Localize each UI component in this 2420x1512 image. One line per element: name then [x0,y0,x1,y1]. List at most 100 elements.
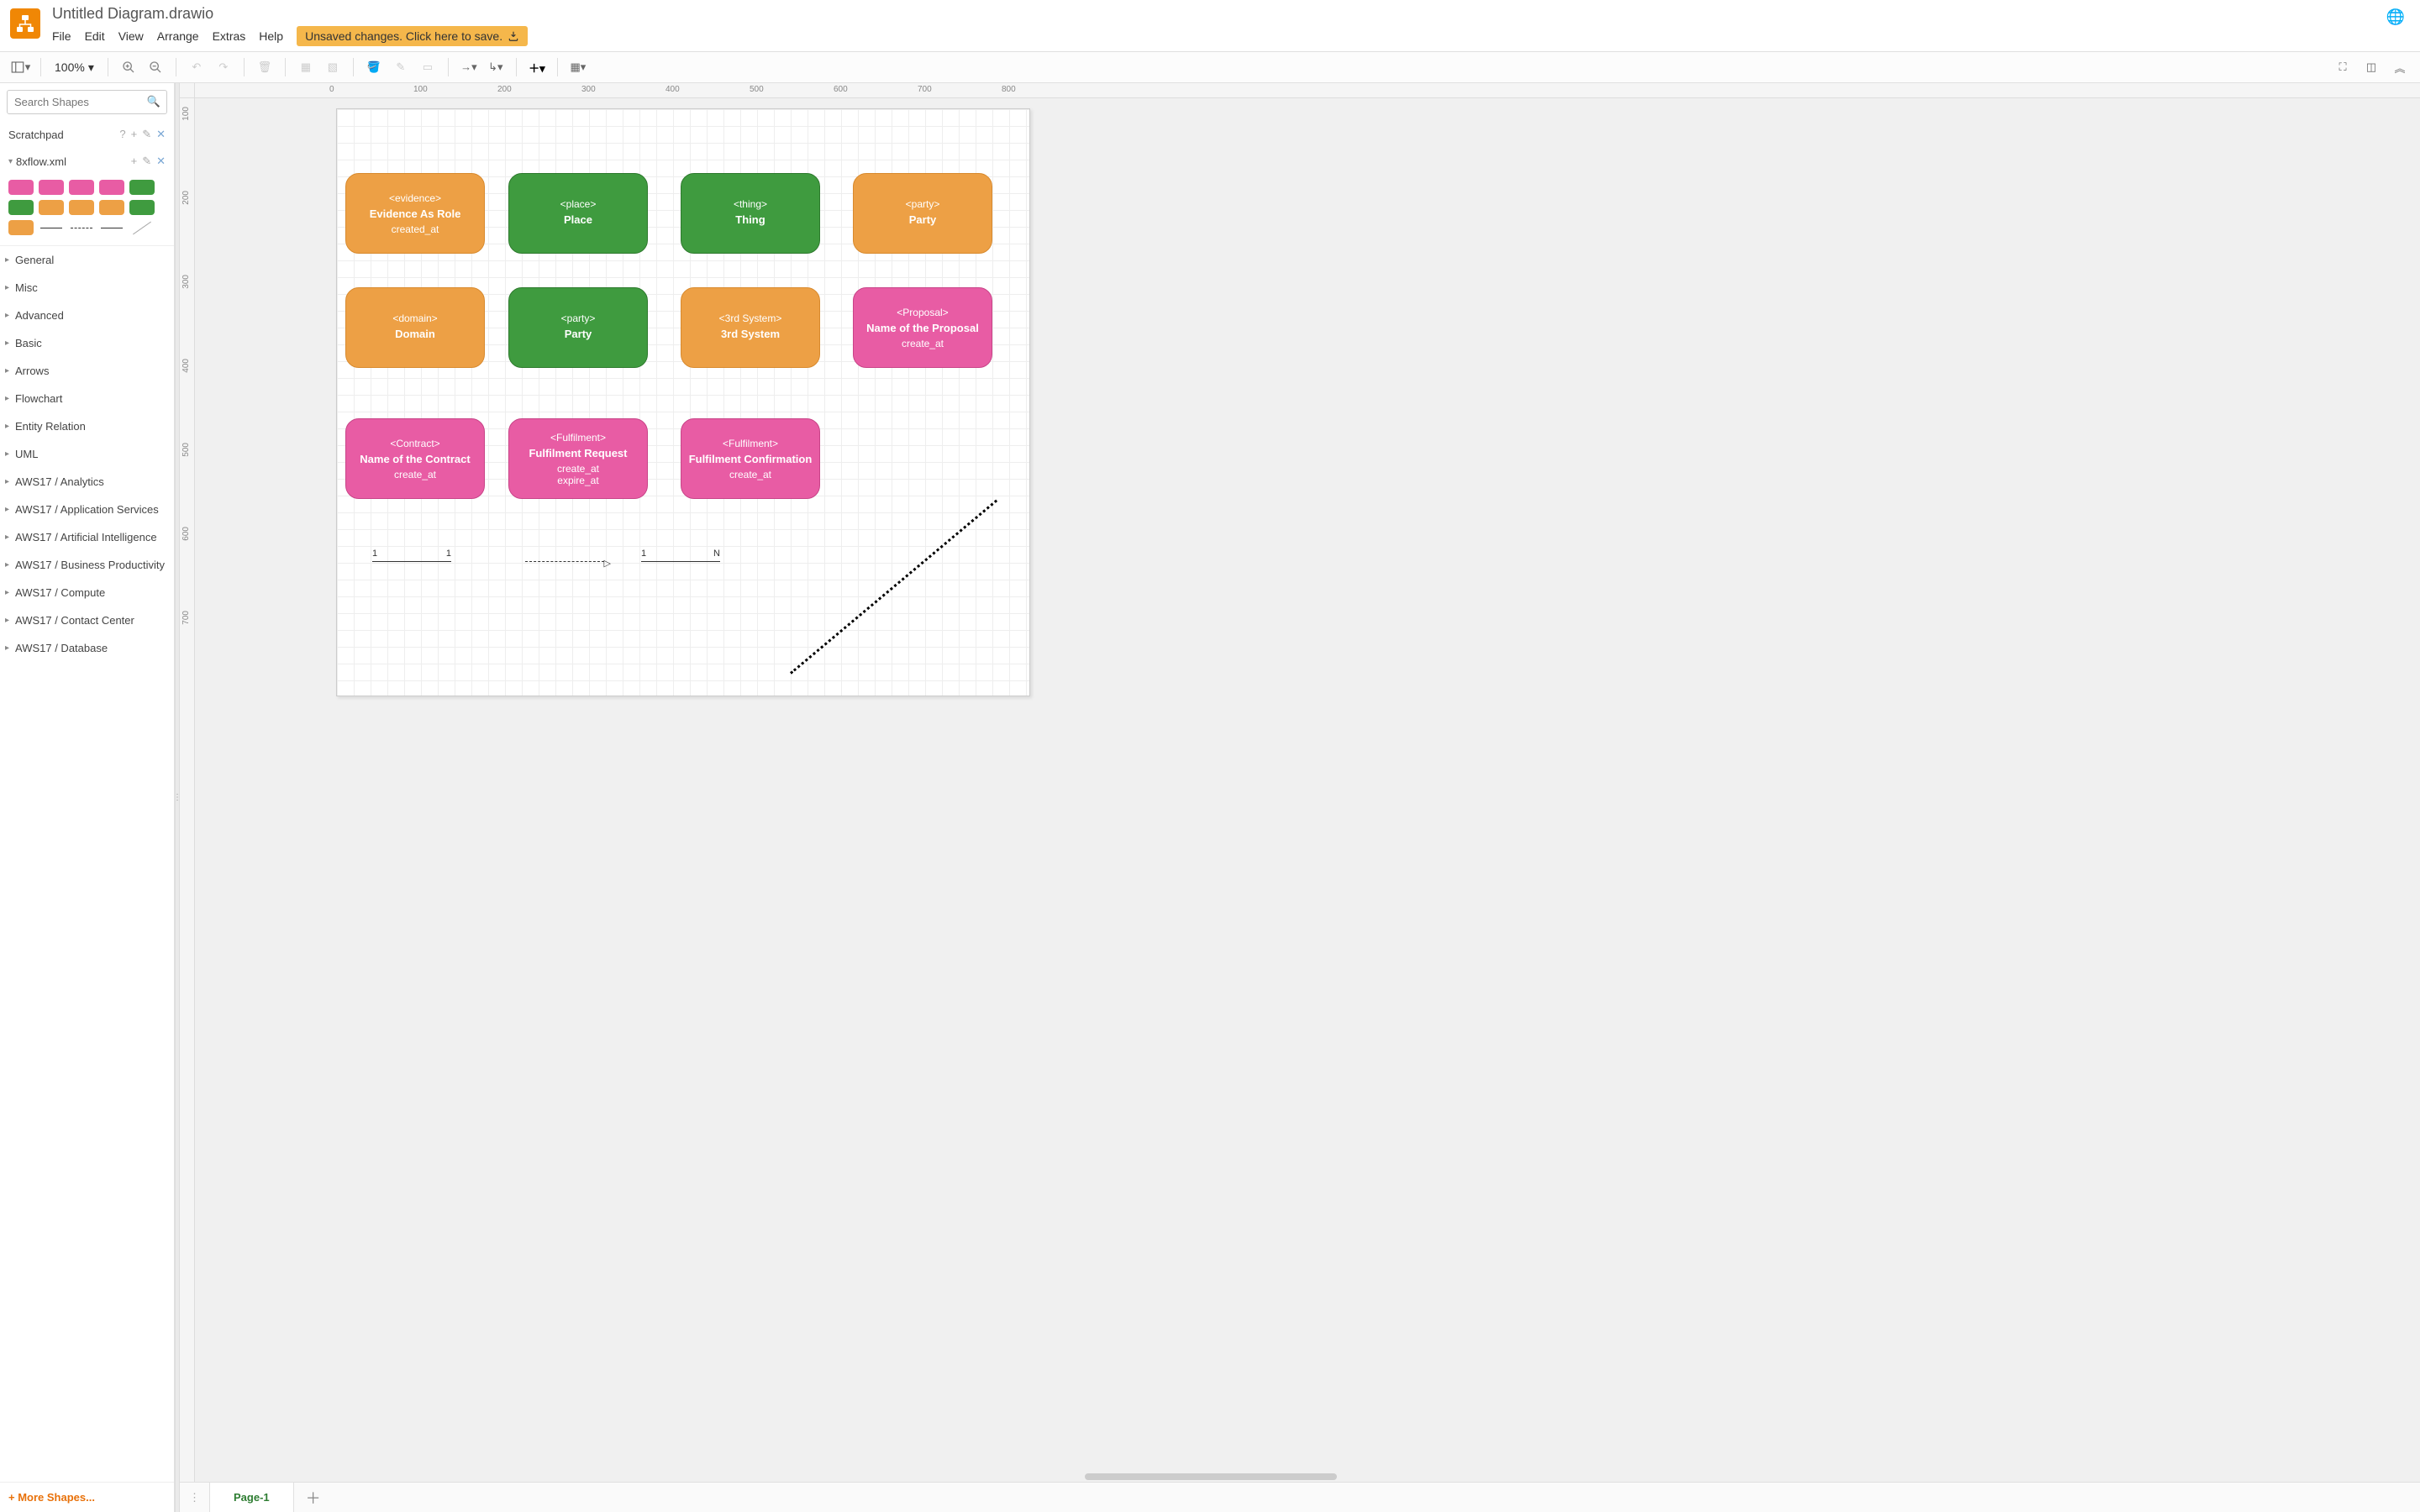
diagram-dotted-line[interactable] [790,500,997,675]
app-logo[interactable] [10,8,40,39]
palette-connector[interactable] [99,220,124,235]
line-color-button[interactable]: ✎ [389,55,413,79]
palette-shape[interactable] [39,180,64,195]
connection-button[interactable]: →▾ [457,55,481,79]
add-icon[interactable]: + [131,155,138,168]
category-item[interactable]: AWS17 / Contact Center [0,606,174,634]
zoom-out-button[interactable] [144,55,167,79]
save-banner-text: Unsaved changes. Click here to save. [305,29,502,43]
diagram-node[interactable]: <party>Party [853,173,992,254]
palette-shape[interactable] [69,200,94,215]
category-item[interactable]: AWS17 / Analytics [0,468,174,496]
diagram-node[interactable]: <thing>Thing [681,173,820,254]
diagram-node[interactable]: <place>Place [508,173,648,254]
library-header[interactable]: ▾8xflow.xml +✎✕ [0,148,174,175]
scratchpad-label: Scratchpad [8,129,64,141]
help-icon[interactable]: ? [119,128,125,141]
palette-shape[interactable] [99,180,124,195]
redo-button[interactable]: ↷ [212,55,235,79]
shadow-button[interactable]: ▭ [416,55,439,79]
table-button[interactable]: ▦▾ [566,55,590,79]
diagram-connector[interactable]: 11 [372,561,451,562]
pages-menu-button[interactable]: ⋮ [180,1483,210,1512]
search-icon[interactable]: 🔍 [147,95,160,108]
menu-arrange[interactable]: Arrange [157,29,199,43]
category-item[interactable]: UML [0,440,174,468]
insert-button[interactable]: ＋▾ [525,55,549,79]
menu-help[interactable]: Help [259,29,283,43]
edit-icon[interactable]: ✎ [142,128,151,141]
more-shapes-button[interactable]: + More Shapes... [0,1482,174,1512]
undo-button[interactable]: ↶ [185,55,208,79]
category-item[interactable]: General [0,246,174,274]
to-back-button[interactable]: ▧ [321,55,345,79]
canvas[interactable]: <evidence>Evidence As Rolecreated_at <pla… [195,98,2420,1482]
zoom-select[interactable]: 100% ▾ [50,60,99,75]
sidebar: 🔍 Scratchpad ?+✎✕ ▾8xflow.xml +✎✕ [0,83,175,1512]
category-item[interactable]: Advanced [0,302,174,329]
palette-shape[interactable] [8,220,34,235]
diagram-node[interactable]: <Fulfilment>Fulfilment Confirmationcreat… [681,418,820,499]
page-tab[interactable]: Page-1 [210,1483,294,1512]
close-icon[interactable]: ✕ [156,155,166,168]
category-item[interactable]: Arrows [0,357,174,385]
category-item[interactable]: Flowchart [0,385,174,412]
diagram-connector[interactable]: 1N [641,561,720,562]
category-item[interactable]: Misc [0,274,174,302]
palette-connector[interactable] [39,220,64,235]
category-item[interactable]: AWS17 / Compute [0,579,174,606]
fullscreen-button[interactable]: ⛶ [2331,55,2354,79]
diagram-node[interactable]: <Contract>Name of the Contractcreate_at [345,418,485,499]
add-icon[interactable]: + [131,128,138,141]
close-icon[interactable]: ✕ [156,128,166,141]
palette-shape[interactable] [129,180,155,195]
fill-color-button[interactable]: 🪣 [362,55,386,79]
ruler-horizontal: 0100200300400500600700800 [195,83,2420,98]
category-item[interactable]: Entity Relation [0,412,174,440]
palette-shape[interactable] [129,200,155,215]
add-page-button[interactable]: ＋ [294,1487,333,1509]
palette-connector[interactable] [129,220,155,235]
to-front-button[interactable]: ▦ [294,55,318,79]
language-icon[interactable]: 🌐 [2386,5,2410,26]
category-item[interactable]: Basic [0,329,174,357]
palette-shape[interactable] [39,200,64,215]
library-label: 8xflow.xml [16,155,66,168]
zoom-in-button[interactable] [117,55,140,79]
diagram-node[interactable]: <Fulfilment>Fulfilment Requestcreate_ate… [508,418,648,499]
diagram-page[interactable]: <evidence>Evidence As Rolecreated_at <pla… [336,108,1030,696]
ruler-vertical: 100200300400500600700 [180,98,195,1482]
category-item[interactable]: AWS17 / Business Productivity [0,551,174,579]
delete-button[interactable]: 🗑 [253,55,276,79]
sidebar-toggle-button[interactable]: ▾ [8,55,32,79]
scratchpad-header[interactable]: Scratchpad ? + ✎ ✕ [0,121,174,148]
edit-icon[interactable]: ✎ [142,155,151,168]
menu-edit[interactable]: Edit [85,29,105,43]
diagram-node[interactable]: <party>Party [508,287,648,368]
category-item[interactable]: AWS17 / Database [0,634,174,662]
palette-connector[interactable] [69,220,94,235]
collapse-button[interactable]: ︽ [2388,55,2412,79]
palette-shape[interactable] [8,200,34,215]
waypoint-button[interactable]: ↳▾ [484,55,508,79]
diagram-node[interactable]: <domain>Domain [345,287,485,368]
menu-view[interactable]: View [118,29,144,43]
format-panel-button[interactable]: ◫ [2360,55,2383,79]
menu-file[interactable]: File [52,29,71,43]
palette-shape[interactable] [99,200,124,215]
diagram-connector[interactable]: ▷ [525,561,604,562]
horizontal-scrollbar[interactable] [1085,1473,1337,1480]
save-banner[interactable]: Unsaved changes. Click here to save. [297,26,528,46]
category-item[interactable]: AWS17 / Artificial Intelligence [0,523,174,551]
document-title[interactable]: Untitled Diagram.drawio [52,5,2386,23]
search-input[interactable] [7,90,167,114]
palette-shape[interactable] [69,180,94,195]
zoom-value: 100% [55,60,85,74]
category-item[interactable]: AWS17 / Application Services [0,496,174,523]
diagram-node[interactable]: <Proposal>Name of the Proposalcreate_at [853,287,992,368]
header: Untitled Diagram.drawio File Edit View A… [0,0,2420,51]
diagram-node[interactable]: <evidence>Evidence As Rolecreated_at [345,173,485,254]
diagram-node[interactable]: <3rd System>3rd System [681,287,820,368]
menu-extras[interactable]: Extras [213,29,246,43]
palette-shape[interactable] [8,180,34,195]
